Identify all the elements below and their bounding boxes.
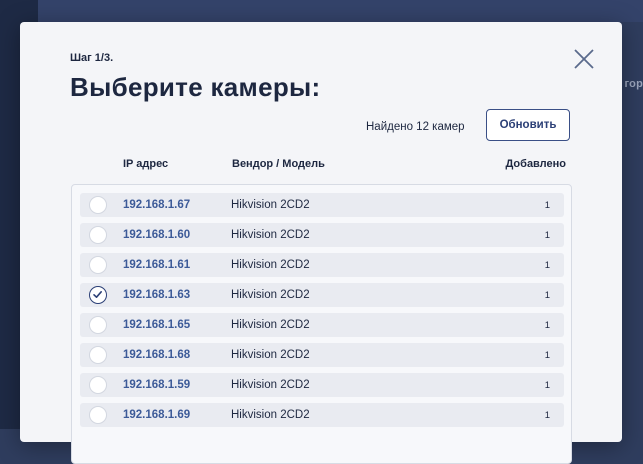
ip-address[interactable]: 192.168.1.59 xyxy=(123,379,190,391)
camera-row[interactable]: 192.168.1.69 Hikvision 2CD2 1 xyxy=(80,403,564,427)
column-header-ip: IP адрес xyxy=(123,158,169,170)
ip-address[interactable]: 192.168.1.65 xyxy=(123,319,190,331)
camera-row[interactable]: 192.168.1.65 Hikvision 2CD2 1 xyxy=(80,313,564,337)
found-count: Найдено 12 камер xyxy=(366,121,465,133)
ip-address[interactable]: 192.168.1.61 xyxy=(123,259,190,271)
ip-address[interactable]: 192.168.1.63 xyxy=(123,289,190,301)
background-edge-text: гор xyxy=(624,78,643,90)
radio-button[interactable] xyxy=(89,256,107,274)
vendor-model: Hikvision 2CD2 xyxy=(231,289,310,301)
checkmark-icon xyxy=(93,290,102,298)
added-count: 1 xyxy=(544,320,550,331)
added-count: 1 xyxy=(544,410,550,421)
camera-row[interactable]: 192.168.1.68 Hikvision 2CD2 1 xyxy=(80,343,564,367)
added-count: 1 xyxy=(544,200,550,211)
column-header-added: Добавлено xyxy=(505,158,566,170)
radio-button[interactable] xyxy=(89,316,107,334)
radio-button[interactable] xyxy=(89,406,107,424)
ip-address[interactable]: 192.168.1.69 xyxy=(123,409,190,421)
step-label: Шаг 1/3. xyxy=(70,52,114,64)
page-title: Выберите камеры: xyxy=(70,72,321,102)
ip-address[interactable]: 192.168.1.68 xyxy=(123,349,190,361)
refresh-button[interactable]: Обновить xyxy=(486,109,570,141)
camera-row[interactable]: 192.168.1.67 Hikvision 2CD2 1 xyxy=(80,193,564,217)
vendor-model: Hikvision 2CD2 xyxy=(231,409,310,421)
vendor-model: Hikvision 2CD2 xyxy=(231,199,310,211)
camera-select-modal: Шаг 1/3. Выберите камеры: Найдено 12 кам… xyxy=(20,22,622,464)
added-count: 1 xyxy=(544,380,550,391)
camera-row[interactable]: 192.168.1.60 Hikvision 2CD2 1 xyxy=(80,223,564,247)
vendor-model: Hikvision 2CD2 xyxy=(231,379,310,391)
camera-list: 192.168.1.67 Hikvision 2CD2 1 192.168.1.… xyxy=(71,184,572,464)
vendor-model: Hikvision 2CD2 xyxy=(231,229,310,241)
added-count: 1 xyxy=(544,290,550,301)
camera-row[interactable]: 192.168.1.59 Hikvision 2CD2 1 xyxy=(80,373,564,397)
vendor-model: Hikvision 2CD2 xyxy=(231,319,310,331)
radio-button[interactable] xyxy=(89,196,107,214)
camera-row[interactable]: 192.168.1.61 Hikvision 2CD2 1 xyxy=(80,253,564,277)
ip-address[interactable]: 192.168.1.60 xyxy=(123,229,190,241)
radio-button[interactable] xyxy=(89,346,107,364)
camera-row[interactable]: 192.168.1.63 Hikvision 2CD2 1 xyxy=(80,283,564,307)
vendor-model: Hikvision 2CD2 xyxy=(231,259,310,271)
added-count: 1 xyxy=(544,260,550,271)
close-icon[interactable] xyxy=(573,48,595,70)
ip-address[interactable]: 192.168.1.67 xyxy=(123,199,190,211)
added-count: 1 xyxy=(544,350,550,361)
radio-button[interactable] xyxy=(89,226,107,244)
radio-button-checked[interactable] xyxy=(89,286,107,304)
added-count: 1 xyxy=(544,230,550,241)
column-header-vendor: Вендор / Модель xyxy=(232,158,325,170)
radio-button[interactable] xyxy=(89,376,107,394)
vendor-model: Hikvision 2CD2 xyxy=(231,349,310,361)
background-header xyxy=(38,0,643,22)
